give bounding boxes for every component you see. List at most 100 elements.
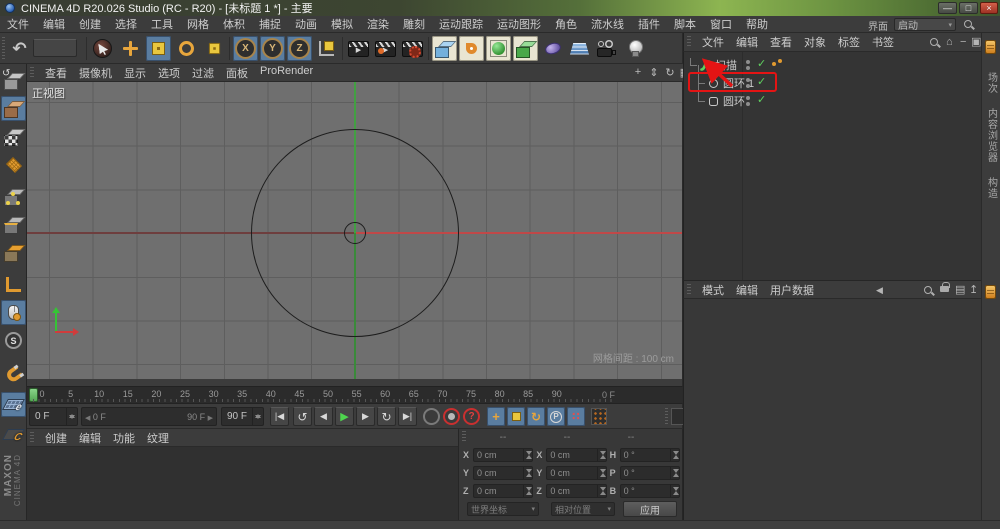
coordinate-system-dropdown[interactable]: 世界坐标 ▾ bbox=[467, 502, 539, 516]
home-icon[interactable]: ⌂ bbox=[946, 36, 953, 48]
viewport[interactable]: 正视图 网格间距 : 100 cm bbox=[27, 82, 683, 379]
record-disabled-button[interactable] bbox=[423, 408, 440, 425]
attributes-tab-icon[interactable] bbox=[985, 285, 996, 299]
spinner-icon[interactable] bbox=[523, 467, 533, 479]
workplane-center-button[interactable]: C bbox=[1, 422, 26, 447]
coord-input-7[interactable]: 0 cm bbox=[546, 484, 607, 498]
spline-pen-button[interactable] bbox=[459, 36, 484, 61]
points-mode-button[interactable] bbox=[1, 184, 26, 209]
menubar-item-8[interactable]: 动画 bbox=[288, 16, 324, 32]
record-pla-toggle[interactable]: ∷ bbox=[567, 407, 585, 426]
axis-mode-button[interactable] bbox=[1, 272, 26, 297]
menubar-item-11[interactable]: 雕刻 bbox=[396, 16, 432, 32]
menubar-item-19[interactable]: 帮助 bbox=[739, 16, 775, 32]
menubar-item-18[interactable]: 窗口 bbox=[703, 16, 739, 32]
right-dock-tab-2[interactable]: 构造 bbox=[984, 177, 999, 199]
coord-input-0[interactable]: 0 cm bbox=[473, 448, 534, 462]
expand-up-icon[interactable]: ↥ bbox=[969, 284, 978, 296]
viewport-zoom-icon[interactable]: ⇕ bbox=[647, 66, 661, 79]
coord-input-2[interactable]: 0 ° bbox=[619, 448, 680, 462]
object-manager-menu-5[interactable]: 书签 bbox=[866, 34, 900, 50]
coord-input-8[interactable]: 0 ° bbox=[619, 484, 680, 498]
menubar-item-17[interactable]: 脚本 bbox=[667, 16, 703, 32]
viewport-menu-3[interactable]: 选项 bbox=[152, 65, 186, 81]
coordinate-system-button[interactable] bbox=[314, 36, 339, 61]
camera-button[interactable] bbox=[594, 36, 619, 61]
keyframe-presets-button[interactable] bbox=[591, 408, 607, 425]
maximize-button[interactable]: □ bbox=[959, 2, 978, 14]
attribute-manager-menu-2[interactable]: 用户数据 bbox=[764, 282, 820, 298]
om-search-icon[interactable] bbox=[930, 38, 938, 46]
viewport-menu-6[interactable]: ProRender bbox=[254, 65, 319, 81]
autokey-button[interactable]: ? bbox=[463, 408, 480, 425]
size-column-header[interactable]: -- bbox=[535, 432, 599, 443]
texture-mode-button[interactable] bbox=[1, 124, 26, 149]
menubar-item-1[interactable]: 编辑 bbox=[36, 16, 72, 32]
floor-button[interactable] bbox=[567, 36, 592, 61]
keyframe-selection-button[interactable]: S bbox=[1, 328, 26, 353]
command-search-icon[interactable] bbox=[964, 20, 972, 28]
lock-z-axis-button[interactable]: Z bbox=[287, 36, 312, 61]
object-row-circle[interactable]: 圆环 ✓ bbox=[684, 92, 981, 110]
spinner-icon[interactable] bbox=[523, 449, 533, 461]
viewport-menu-0[interactable]: 查看 bbox=[39, 65, 73, 81]
spinner-icon[interactable] bbox=[596, 485, 606, 497]
viewport-menu-1[interactable]: 摄像机 bbox=[73, 65, 118, 81]
edges-mode-button[interactable] bbox=[1, 212, 26, 237]
next-frame-button[interactable]: ▶ bbox=[356, 407, 375, 426]
go-to-start-button[interactable]: |◀ bbox=[270, 407, 289, 426]
panel-grip[interactable] bbox=[687, 283, 691, 296]
toolbar-grip[interactable] bbox=[2, 37, 5, 60]
record-parameter-toggle[interactable]: P bbox=[547, 407, 565, 426]
record-scale-toggle[interactable] bbox=[507, 407, 525, 426]
menubar-item-15[interactable]: 流水线 bbox=[584, 16, 631, 32]
minimize-button[interactable]: — bbox=[938, 2, 957, 14]
redo-button[interactable] bbox=[33, 39, 77, 57]
scale-tool-button[interactable] bbox=[146, 36, 171, 61]
object-name[interactable]: 圆环 bbox=[723, 93, 745, 109]
object-manager-menu-0[interactable]: 文件 bbox=[696, 34, 730, 50]
menubar-item-5[interactable]: 网格 bbox=[180, 16, 216, 32]
object-manager-menu-3[interactable]: 对象 bbox=[798, 34, 832, 50]
menubar-item-2[interactable]: 创建 bbox=[72, 16, 108, 32]
enabled-checkmark-icon[interactable]: ✓ bbox=[757, 93, 766, 106]
menubar-item-14[interactable]: 角色 bbox=[548, 16, 584, 32]
light-button[interactable] bbox=[622, 36, 647, 61]
subdivision-surface-button[interactable] bbox=[486, 36, 511, 61]
go-to-end-button[interactable]: ▶| bbox=[398, 407, 417, 426]
viewport-solo-button[interactable] bbox=[1, 300, 26, 325]
end-frame-field[interactable]: 90 F bbox=[221, 407, 264, 426]
coord-input-5[interactable]: 0 ° bbox=[619, 466, 680, 480]
menubar-item-16[interactable]: 插件 bbox=[631, 16, 667, 32]
timeline-playhead[interactable] bbox=[29, 388, 38, 402]
spinner-icon[interactable] bbox=[670, 485, 679, 497]
rotation-column-header[interactable]: -- bbox=[599, 432, 663, 443]
undo-button[interactable]: ↶ bbox=[7, 36, 32, 61]
lock-y-axis-button[interactable]: Y bbox=[260, 36, 285, 61]
history-back-icon[interactable]: ◀ bbox=[876, 284, 883, 296]
attribute-manager-menu-1[interactable]: 编辑 bbox=[730, 282, 764, 298]
spinner-icon[interactable] bbox=[66, 408, 75, 425]
material-menu-1[interactable]: 编辑 bbox=[73, 430, 107, 446]
render-view-button[interactable]: ▶ bbox=[346, 36, 371, 61]
next-key-button[interactable]: ↻ bbox=[377, 407, 396, 426]
render-settings-button[interactable]: ▶ bbox=[400, 36, 425, 61]
close-button[interactable]: × bbox=[980, 2, 998, 14]
record-keyframe-button[interactable] bbox=[443, 408, 460, 425]
coord-input-4[interactable]: 0 cm bbox=[546, 466, 607, 480]
layers-tab-icon[interactable] bbox=[985, 40, 996, 54]
menubar-item-7[interactable]: 捕捉 bbox=[252, 16, 288, 32]
menubar-item-13[interactable]: 运动图形 bbox=[490, 16, 548, 32]
viewport-pan-icon[interactable]: + bbox=[631, 66, 645, 78]
menubar-item-6[interactable]: 体积 bbox=[216, 16, 252, 32]
am-search-icon[interactable] bbox=[924, 286, 932, 294]
workplane-mode-button[interactable] bbox=[1, 152, 26, 177]
viewport-menu-2[interactable]: 显示 bbox=[118, 65, 152, 81]
previous-frame-button[interactable]: ◀ bbox=[314, 407, 333, 426]
detach-panel-icon[interactable]: ▣ bbox=[971, 36, 981, 48]
spinner-icon[interactable] bbox=[596, 449, 606, 461]
object-manager-menu-2[interactable]: 查看 bbox=[764, 34, 798, 50]
menubar-item-9[interactable]: 模拟 bbox=[324, 16, 360, 32]
record-rotation-toggle[interactable]: ↻ bbox=[527, 407, 545, 426]
object-manager-menu-4[interactable]: 标签 bbox=[832, 34, 866, 50]
